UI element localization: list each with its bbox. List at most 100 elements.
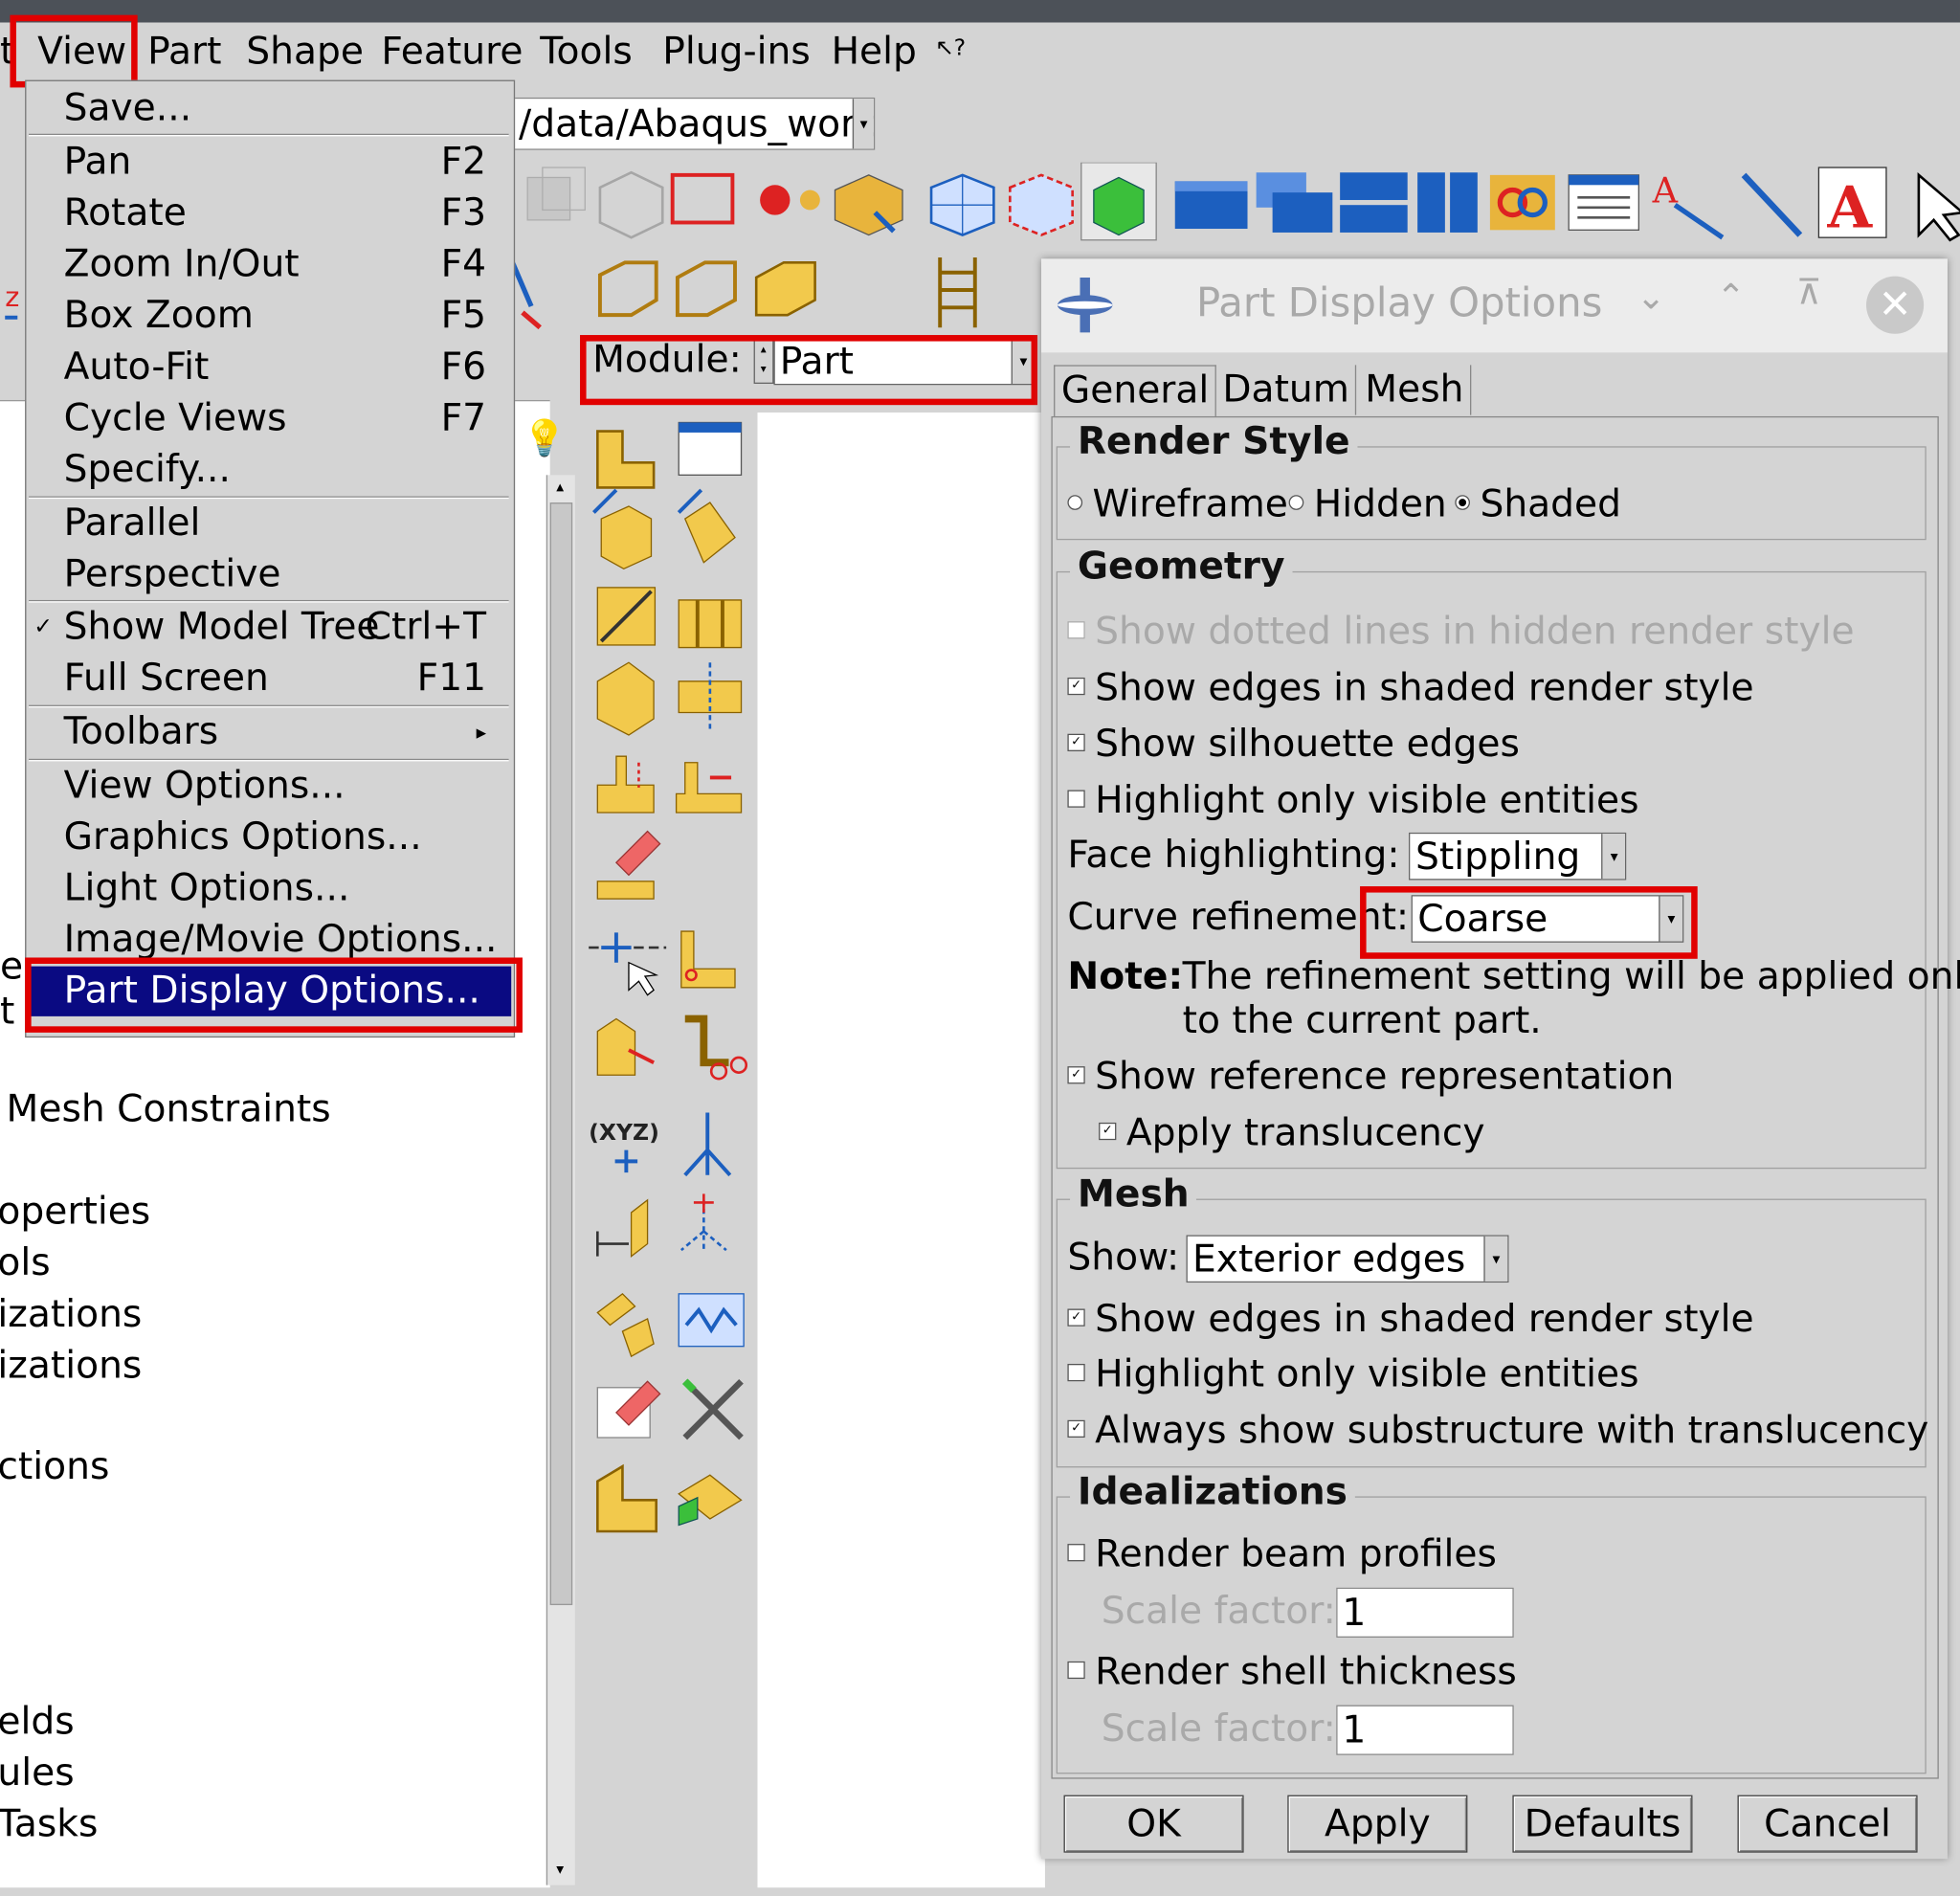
chevron-down-icon[interactable]: ⌄ [1637, 277, 1666, 318]
create-cut-icon [678, 599, 743, 649]
work-directory-combo[interactable]: /data/Abaqus_work ▾ [512, 97, 876, 150]
module-selector: Module: ▴ ▾ Part ▾ [592, 337, 1036, 386]
curve-refinement-row: Curve refinement: Coarse ▾ [1067, 895, 1684, 943]
tools-icon [681, 1378, 744, 1440]
group-geometry: Geometry Show dotted lines in hidden ren… [1056, 545, 1960, 1170]
datum-plane-arrows-icon [596, 1198, 649, 1258]
group-render-style: Render Style Wireframe Hidden Shaded [1056, 419, 1927, 541]
menu-help[interactable]: Help [832, 30, 917, 74]
menu-item-zoom[interactable]: Zoom In/Out F4 [26, 240, 511, 290]
tab-datum[interactable]: Datum [1216, 365, 1357, 415]
tree-item-tasks[interactable]: Tasks [0, 1802, 98, 1846]
checkbox-substructure-translucency[interactable]: ✓ Always show substructure with transluce… [1067, 1409, 1928, 1453]
feature-delete-icon [596, 1380, 661, 1439]
menu-item-cycle-views[interactable]: Cycle Views F7 [26, 393, 511, 443]
mesh-show-row: Show: Exterior edges ▾ [1067, 1235, 1509, 1283]
menu-item-image-movie-options[interactable]: Image/Movie Options... [26, 915, 511, 965]
tree-partial-e: e [0, 945, 24, 990]
tree-item-fields[interactable]: elds [0, 1700, 75, 1744]
create-shell-icon [677, 488, 736, 564]
part-display-options-dialog: Part Display Options ⌄ ⌃ ⊼ ✕ General Dat… [1040, 258, 1960, 1860]
menu-shape[interactable]: Shape [246, 30, 364, 74]
curve-refinement-label: Curve refinement: [1067, 895, 1410, 940]
menu-item-save[interactable]: Save... [26, 84, 511, 134]
tile-vertical-icon [1417, 172, 1478, 233]
wireframe-cube-icon [597, 260, 658, 318]
menu-item-full-screen[interactable]: Full Screen F11 [26, 654, 511, 703]
svg-text:z: z [5, 280, 19, 313]
menu-item-rotate[interactable]: Rotate F3 [26, 189, 511, 238]
main-toolbar: A A [526, 162, 1960, 242]
menu-view[interactable]: View [37, 30, 126, 74]
checkbox-geometry-edges[interactable]: ✓ Show edges in shaded render style [1067, 666, 1754, 710]
checkbox-apply-translucency[interactable]: ✓ Apply translucency [1099, 1111, 1485, 1155]
checkbox-render-shell-thickness[interactable]: Render shell thickness [1067, 1650, 1517, 1694]
menu-item-graphics-options[interactable]: Graphics Options... [26, 813, 511, 862]
menu-file-partial[interactable]: t [0, 30, 14, 74]
dialog-title: Part Display Options [1195, 279, 1603, 326]
tree-scrollbar[interactable]: ▴ ▾ [546, 475, 575, 1885]
menu-item-specify[interactable]: Specify... [26, 445, 511, 495]
chevron-up-icon[interactable]: ⌃ [1716, 277, 1746, 318]
copy-icon [526, 167, 586, 221]
window-top-strip [0, 0, 1960, 23]
menu-item-perspective[interactable]: Perspective [26, 550, 511, 600]
menu-feature[interactable]: Feature [381, 30, 523, 74]
defaults-button[interactable]: Defaults [1512, 1795, 1693, 1853]
viewport-annotation-icon [1568, 174, 1639, 231]
ladder-icon [938, 257, 977, 328]
radio-hidden[interactable]: Hidden [1288, 482, 1447, 526]
tree-item-modules[interactable]: ules [0, 1751, 75, 1796]
datum-point-icon [675, 762, 743, 814]
text-annotation-icon: A [1817, 167, 1887, 242]
face-highlighting-combo[interactable]: Stippling ▾ [1409, 832, 1627, 881]
text-arrow-icon: A [1652, 170, 1725, 240]
radio-shaded[interactable]: Shaded [1455, 482, 1621, 526]
checkbox-reference-representation[interactable]: ✓ Show reference representation [1067, 1055, 1674, 1099]
tree-item-properties[interactable]: operties [0, 1190, 150, 1234]
radio-wireframe[interactable]: Wireframe [1067, 482, 1288, 526]
tips-lightbulb-icon[interactable]: 💡 [523, 417, 567, 458]
checkbox-mesh-highlight-visible[interactable]: Highlight only visible entities [1067, 1352, 1639, 1396]
whats-this-icon[interactable]: ↖? [935, 35, 966, 61]
maximize-icon[interactable]: ⊼ [1796, 271, 1822, 312]
viewport-canvas[interactable] [757, 413, 1045, 1888]
menu-item-part-display-options[interactable]: Part Display Options... [29, 966, 512, 1016]
menu-tools[interactable]: Tools [540, 30, 633, 74]
menu-item-parallel[interactable]: Parallel [26, 499, 511, 548]
close-icon[interactable]: ✕ [1866, 276, 1925, 334]
svg-text:(XYZ): (XYZ) [589, 1119, 659, 1146]
tab-general[interactable]: General [1054, 365, 1217, 416]
module-combo[interactable]: Part ▾ [773, 337, 1036, 386]
tree-item-controls[interactable]: ols [0, 1241, 51, 1285]
cascade-icon [1256, 172, 1333, 233]
curve-refinement-combo[interactable]: Coarse ▾ [1411, 895, 1684, 943]
menu-item-auto-fit[interactable]: Auto-Fit F6 [26, 343, 511, 392]
axis-triad-icon: z [5, 280, 19, 320]
checkbox-mesh-edges[interactable]: ✓ Show edges in shaded render style [1067, 1298, 1754, 1341]
menu-item-pan[interactable]: Pan F2 [26, 138, 511, 188]
menu-part[interactable]: Part [147, 30, 221, 74]
menu-item-view-options[interactable]: View Options... [26, 761, 511, 811]
menu-item-toolbars[interactable]: Toolbars ▸ [26, 707, 511, 757]
apply-button[interactable]: Apply [1287, 1795, 1468, 1853]
tree-item-interactions[interactable]: ctions [0, 1445, 109, 1489]
tree-item-field-output[interactable]: izations [0, 1344, 142, 1388]
hidden-cube-icon [675, 260, 737, 318]
tree-item-amplitudes[interactable]: izations [0, 1293, 142, 1337]
tree-item-mesh-constraints[interactable]: Mesh Constraints [7, 1087, 331, 1131]
tab-mesh[interactable]: Mesh [1359, 365, 1472, 415]
menu-plugins[interactable]: Plug-ins [662, 30, 811, 74]
menu-item-show-model-tree[interactable]: ✓ Show Model Tree Ctrl+T [26, 603, 511, 653]
virtual-topology-icon [596, 1017, 655, 1076]
ok-button[interactable]: OK [1063, 1795, 1244, 1853]
checkbox-silhouette-edges[interactable]: ✓ Show silhouette edges [1067, 723, 1520, 767]
datum-csys-icon [679, 1193, 727, 1252]
convert-geometry-icon [678, 1474, 743, 1527]
menu-item-box-zoom[interactable]: Box Zoom F5 [26, 291, 511, 341]
menu-item-light-options[interactable]: Light Options... [26, 864, 511, 914]
checkbox-highlight-visible[interactable]: Highlight only visible entities [1067, 779, 1639, 822]
checkbox-render-beam-profiles[interactable]: Render beam profiles [1067, 1532, 1497, 1576]
mesh-show-combo[interactable]: Exterior edges ▾ [1186, 1235, 1509, 1283]
cancel-button[interactable]: Cancel [1737, 1795, 1918, 1853]
